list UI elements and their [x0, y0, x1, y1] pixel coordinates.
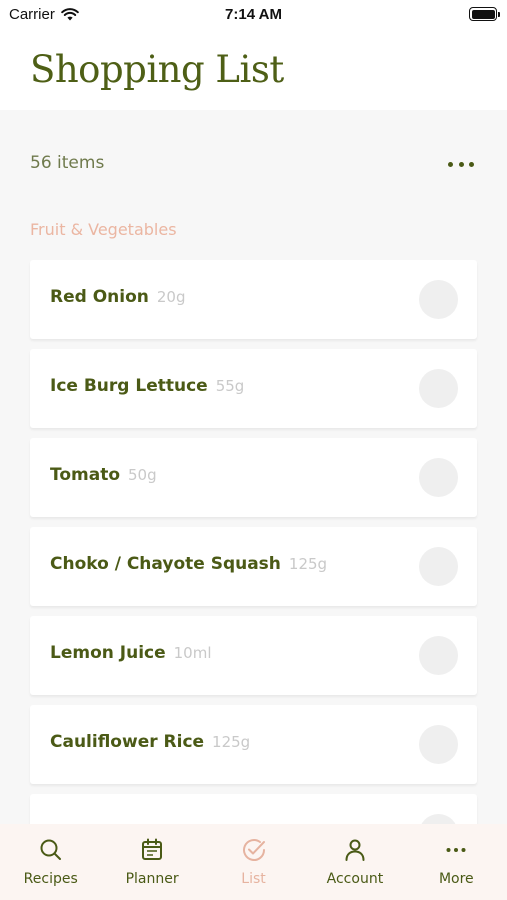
tab-label: List [241, 871, 266, 887]
check-circle-icon [242, 839, 265, 861]
item-checkbox[interactable] [419, 280, 458, 319]
list-summary: 56 items [30, 152, 476, 176]
item-count: 56 items [30, 153, 105, 173]
more-icon [446, 848, 466, 852]
item-qty: 10ml [173, 644, 212, 662]
item-qty: 20g [156, 288, 186, 306]
tab-label: More [438, 871, 474, 887]
list-item[interactable]: Red Onion 20g [30, 260, 477, 339]
status-time: 7:14 AM [225, 6, 282, 23]
item-qty: 55g [215, 377, 245, 395]
item-qty: 50g [128, 466, 157, 484]
list-item[interactable]: Choko / Chayote Squash 125g [30, 527, 477, 606]
item-qty: 125g [288, 555, 328, 573]
shopping-list: Red Onion 20g Ice Burg Lettuce 55g Tomato 5… [30, 260, 477, 883]
item-name: Ice Burg Lettuce [50, 376, 208, 396]
item-checkbox[interactable] [419, 725, 458, 764]
page-title: Shopping List [30, 48, 284, 91]
tab-label: Account [326, 871, 384, 887]
item-checkbox[interactable] [419, 636, 458, 675]
list-item[interactable]: Lemon Juice 10ml [30, 616, 477, 695]
tab-label: Recipes [23, 871, 78, 887]
section-title: Fruit & Vegetables [30, 220, 177, 239]
tab-planner[interactable]: Planner [101, 824, 202, 900]
item-checkbox[interactable] [419, 458, 458, 497]
list-item[interactable]: Tomato 50g [30, 438, 477, 517]
more-options-icon[interactable] [448, 156, 474, 172]
item-name: Cauliflower Rice [50, 732, 205, 752]
person-icon [345, 839, 365, 861]
battery-icon [469, 7, 500, 21]
item-checkbox[interactable] [419, 547, 458, 586]
item-name: Lemon Juice [50, 643, 166, 663]
item-name: Choko / Chayote Squash [50, 554, 281, 574]
item-qty: 125g [212, 733, 251, 751]
status-bar: Carrier 7:14 AM [0, 0, 507, 30]
calendar-icon [142, 838, 163, 860]
item-name: Red Onion [50, 287, 149, 307]
tab-account[interactable]: Account [304, 824, 405, 900]
header: Shopping List [0, 30, 507, 110]
tab-more[interactable]: More [406, 824, 507, 900]
list-item[interactable]: Ice Burg Lettuce 55g [30, 349, 477, 428]
list-item[interactable]: Cauliflower Rice 125g [30, 705, 477, 784]
tab-list[interactable]: List [203, 824, 304, 900]
tab-bar: Recipes Planner List Account More [0, 824, 507, 900]
tab-recipes[interactable]: Recipes [0, 824, 101, 900]
item-checkbox[interactable] [419, 369, 458, 408]
item-name: Tomato [50, 465, 121, 485]
search-icon [40, 839, 61, 860]
tab-label: Planner [125, 871, 179, 887]
